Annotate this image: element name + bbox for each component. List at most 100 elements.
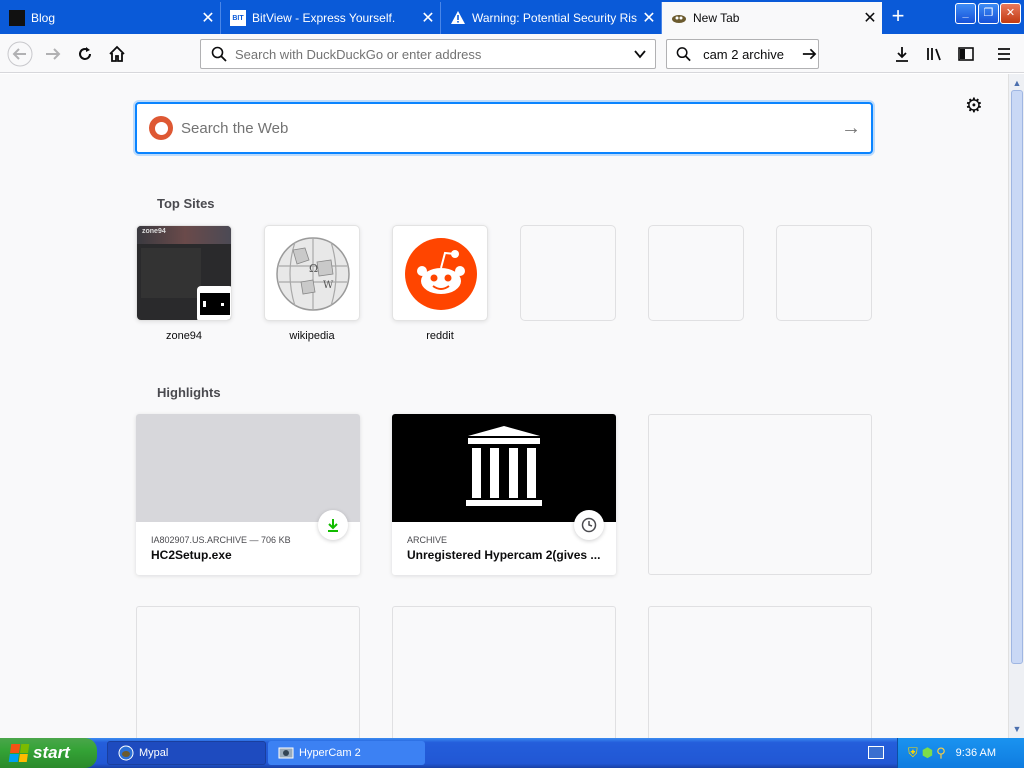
top-site-empty-slot[interactable] <box>520 225 616 321</box>
library-icon <box>927 48 941 61</box>
tab-new-tab[interactable]: New Tab ✕ <box>662 2 882 34</box>
top-site-empty-slot[interactable] <box>776 225 872 321</box>
taskbar: start Mypal HyperCam 2 ⛨ ⬢ ⚲ 9:36 AM <box>0 738 1024 768</box>
home-button[interactable] <box>103 40 131 68</box>
highlight-empty-slot <box>136 606 360 738</box>
keyboard-icon[interactable] <box>868 746 884 759</box>
tab-bitview[interactable]: BIT BitView - Express Yourself. ✕ <box>221 2 441 34</box>
scroll-up-arrow-icon[interactable]: ▲ <box>1010 76 1024 90</box>
go-arrow-icon[interactable] <box>801 45 818 63</box>
wikipedia-globe-icon: Ω W <box>276 237 350 311</box>
network-icon[interactable]: ⬢ <box>922 745 933 761</box>
minimize-window-icon[interactable]: _ <box>955 3 976 24</box>
close-tab-icon[interactable]: ✕ <box>637 8 661 28</box>
highlight-title: Unregistered Hypercam 2(gives ... <box>407 548 601 562</box>
zone94-content-block <box>141 248 201 298</box>
close-tab-icon[interactable]: ✕ <box>196 8 220 28</box>
search-input[interactable] <box>703 46 796 62</box>
highlight-card[interactable]: IA802907.US.ARCHIVE — 706 KB HC2Setup.ex… <box>136 414 360 575</box>
top-site-placeholder <box>520 225 616 321</box>
mypal-app-icon <box>118 745 134 761</box>
zone94-logo-text: zone94 <box>142 228 166 235</box>
highlight-title: HC2Setup.exe <box>151 548 232 562</box>
close-window-icon[interactable]: ✕ <box>1000 3 1021 24</box>
system-tray: ⛨ ⬢ ⚲ 9:36 AM <box>897 738 1024 768</box>
top-site-empty-slot[interactable] <box>648 225 744 321</box>
hamburger-menu-icon <box>998 48 1010 60</box>
duckduckgo-logo-icon <box>149 116 173 140</box>
close-tab-icon[interactable]: ✕ <box>416 8 440 28</box>
search-icon <box>676 47 691 62</box>
home-icon <box>109 45 125 62</box>
new-tab-button[interactable]: + <box>884 4 912 30</box>
downloads-button[interactable] <box>888 40 916 68</box>
search-submit-arrow-icon[interactable]: → <box>831 117 871 140</box>
tab-title: New Tab <box>693 11 740 25</box>
sidebar-button[interactable] <box>952 40 980 68</box>
chevron-down-icon[interactable] <box>633 47 647 61</box>
warning-icon <box>450 10 466 26</box>
tab-title: BitView - Express Yourself. <box>252 11 396 25</box>
taskbar-item-label: HyperCam 2 <box>299 747 361 759</box>
windows-logo-icon <box>8 744 30 762</box>
search-bar[interactable] <box>666 39 819 69</box>
zone94-favicon-icon <box>197 286 231 320</box>
hypercam-app-icon <box>278 745 294 761</box>
forward-button[interactable] <box>39 40 67 68</box>
back-button[interactable] <box>6 40 34 68</box>
top-sites-heading: Top Sites <box>157 196 215 211</box>
reload-icon <box>79 47 91 60</box>
library-button[interactable] <box>920 40 948 68</box>
security-shield-icon[interactable]: ⛨ <box>908 745 918 761</box>
tab-strip: Blog ✕ BIT BitView - Express Yourself. ✕… <box>0 0 1024 34</box>
svg-text:W: W <box>323 280 334 291</box>
scroll-down-arrow-icon[interactable]: ▼ <box>1010 722 1024 736</box>
taskbar-item-label: Mypal <box>139 747 169 759</box>
top-site-wikipedia[interactable]: Ω W wikipedia <box>264 225 360 342</box>
gear-icon[interactable]: ⚙ <box>965 93 983 118</box>
reddit-alien-icon <box>405 238 477 310</box>
search-icon <box>211 46 227 62</box>
clock: 9:36 AM <box>955 747 997 759</box>
highlight-empty-slot <box>648 414 872 575</box>
highlight-empty-slot <box>392 606 616 738</box>
scrollbar-thumb[interactable] <box>1011 90 1023 664</box>
highlight-empty-slot <box>648 606 872 738</box>
taskbar-item-mypal[interactable]: Mypal <box>107 741 266 765</box>
close-tab-icon[interactable]: ✕ <box>858 8 882 28</box>
reload-button[interactable] <box>71 40 99 68</box>
highlight-thumbnail <box>136 414 360 522</box>
bitview-favicon-icon: BIT <box>230 10 246 26</box>
tab-security-warning[interactable]: Warning: Potential Security Risk Ahead ✕ <box>441 2 662 34</box>
highlights-heading: Highlights <box>157 385 221 400</box>
navigation-toolbar <box>0 34 1024 73</box>
search-tray-icon[interactable]: ⚲ <box>936 745 946 761</box>
address-input[interactable] <box>235 46 633 62</box>
svg-text:Ω: Ω <box>309 262 318 275</box>
highlight-card[interactable]: ARCHIVE Unregistered Hypercam 2(gives ..… <box>392 414 616 575</box>
top-site-reddit[interactable]: reddit <box>392 225 488 342</box>
top-site-label: wikipedia <box>289 330 335 342</box>
taskbar-item-hypercam[interactable]: HyperCam 2 <box>268 741 425 765</box>
maximize-window-icon[interactable]: ❐ <box>978 3 999 24</box>
mypal-favicon-icon <box>671 10 687 26</box>
web-search-input[interactable] <box>181 119 831 137</box>
top-site-thumbnail: zone94 <box>136 225 232 321</box>
address-bar[interactable] <box>200 39 656 69</box>
download-icon <box>318 510 348 540</box>
top-site-label: zone94 <box>165 330 203 342</box>
menu-button[interactable] <box>990 40 1018 68</box>
highlight-source: ARCHIVE <box>407 535 448 545</box>
start-button[interactable]: start <box>0 738 97 768</box>
vertical-scrollbar[interactable]: ▲ ▼ <box>1008 74 1024 738</box>
download-icon <box>896 47 908 62</box>
tab-blog[interactable]: Blog ✕ <box>0 2 221 34</box>
highlight-source: IA802907.US.ARCHIVE — 706 KB <box>151 535 291 545</box>
tab-title: Blog <box>31 11 56 25</box>
tab-title: Warning: Potential Security Risk Ahead <box>472 11 637 25</box>
top-site-placeholder <box>648 225 744 321</box>
forward-arrow-icon <box>46 48 61 60</box>
top-site-zone94[interactable]: zone94 zone94 <box>136 225 232 342</box>
top-site-placeholder <box>776 225 872 321</box>
web-search-box[interactable]: → <box>135 102 873 154</box>
